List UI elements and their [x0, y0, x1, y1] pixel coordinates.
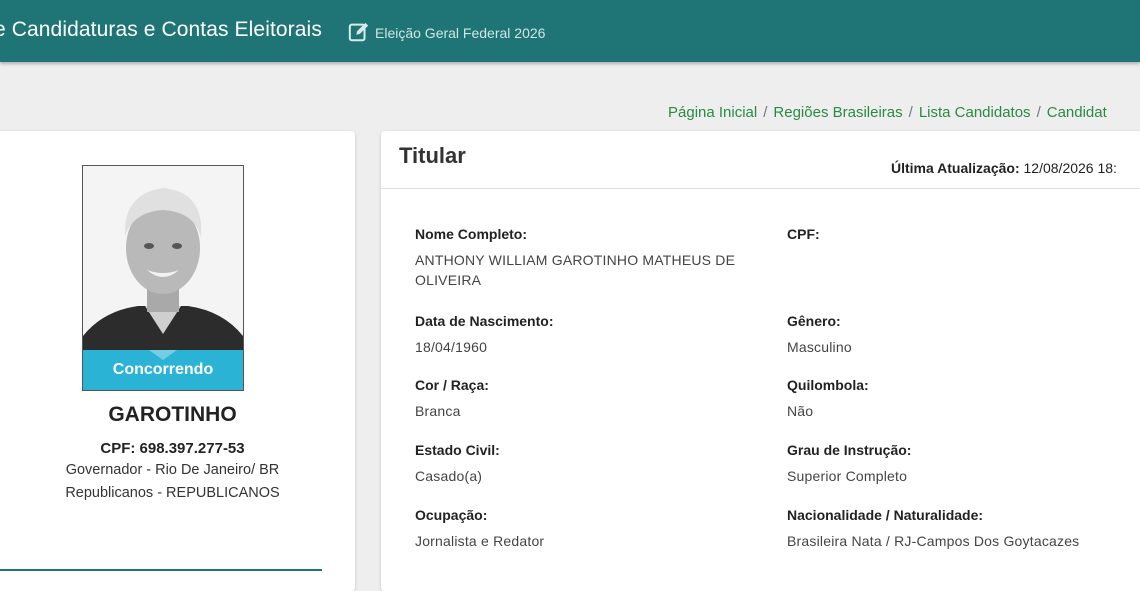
field-value: Casado(a): [415, 468, 483, 484]
last-update: Última Atualização: 12/08/2026 18:: [891, 160, 1117, 176]
field-label: Quilombola:: [787, 377, 869, 393]
candidate-photo: Concorrendo: [82, 165, 244, 391]
field-race: Cor / Raça: Branca: [415, 377, 755, 421]
field-gender: Gênero: Masculino: [787, 313, 1127, 357]
field-label: Estado Civil:: [415, 442, 500, 458]
status-badge: Concorrendo: [83, 350, 243, 390]
breadcrumb-candidate[interactable]: Candidat: [1047, 104, 1107, 121]
field-label: Cor / Raça:: [415, 377, 489, 393]
field-marital-status: Estado Civil: Casado(a): [415, 442, 755, 486]
card-title: Titular: [399, 143, 466, 168]
candidate-office: Governador - Rio De Janeiro/ BR: [65, 462, 280, 478]
field-quilombola: Quilombola: Não: [787, 377, 1127, 421]
last-update-value: 12/08/2026 18:: [1023, 160, 1117, 176]
field-value: ANTHONY WILLIAM GAROTINHO MATHEUS DE OLI…: [415, 252, 736, 288]
field-value: Superior Completo: [787, 468, 908, 484]
breadcrumb-separator: /: [763, 104, 768, 121]
field-birth-date: Data de Nascimento: 18/04/1960: [415, 313, 755, 357]
field-label: Gênero:: [787, 313, 841, 329]
last-update-label: Última Atualização:: [891, 160, 1020, 176]
breadcrumb-home[interactable]: Página Inicial: [668, 104, 757, 121]
candidate-profile-card: Concorrendo GAROTINHO CPF: 698.397.277-5…: [0, 131, 355, 591]
breadcrumb-separator: /: [908, 104, 913, 121]
field-education: Grau de Instrução: Superior Completo: [787, 442, 1127, 486]
field-label: Ocupação:: [415, 507, 488, 523]
breadcrumb-separator: /: [1036, 104, 1041, 121]
breadcrumb: Página Inicial / Regiões Brasileiras / Lista…: [668, 104, 1107, 121]
candidate-party: Republicanos - REPUBLICANOS: [65, 485, 280, 501]
field-value: Masculino: [787, 339, 852, 355]
field-value: 18/04/1960: [415, 339, 488, 355]
field-occupation: Ocupação: Jornalista e Redator: [415, 507, 755, 551]
card-header: Titular Última Atualização: 12/08/2026 1…: [381, 131, 1140, 189]
field-label: Nome Completo:: [415, 226, 527, 242]
field-value: Jornalista e Redator: [415, 533, 545, 549]
breadcrumb-candidate-list[interactable]: Lista Candidatos: [919, 104, 1031, 121]
field-label: Nacionalidade / Naturalidade:: [787, 507, 984, 523]
candidate-cpf: CPF: 698.397.277-53: [100, 440, 245, 457]
field-label: Grau de Instrução:: [787, 442, 912, 458]
card-divider: [0, 569, 322, 571]
edit-icon[interactable]: [348, 21, 370, 43]
candidate-details-card: Titular Última Atualização: 12/08/2026 1…: [381, 131, 1140, 591]
field-label: CPF:: [787, 226, 820, 242]
field-value: Não: [787, 403, 814, 419]
field-value: Brasileira Nata / RJ-Campos Dos Goytacaz…: [787, 533, 1080, 549]
field-value: Branca: [415, 403, 461, 419]
candidate-name: GAROTINHO: [108, 403, 237, 426]
breadcrumb-regions[interactable]: Regiões Brasileiras: [773, 104, 902, 121]
field-cpf: CPF:: [787, 226, 1127, 250]
election-name: Eleição Geral Federal 2026: [375, 25, 546, 41]
field-full-name: Nome Completo: ANTHONY WILLIAM GAROTINHO…: [415, 226, 755, 290]
field-label: Data de Nascimento:: [415, 313, 554, 329]
top-bar: e Candidaturas e Contas Eleitorais Eleiç…: [0, 0, 1140, 62]
field-nationality: Nacionalidade / Naturalidade: Brasileira…: [787, 507, 1127, 551]
app-title: e Candidaturas e Contas Eleitorais: [0, 18, 322, 41]
